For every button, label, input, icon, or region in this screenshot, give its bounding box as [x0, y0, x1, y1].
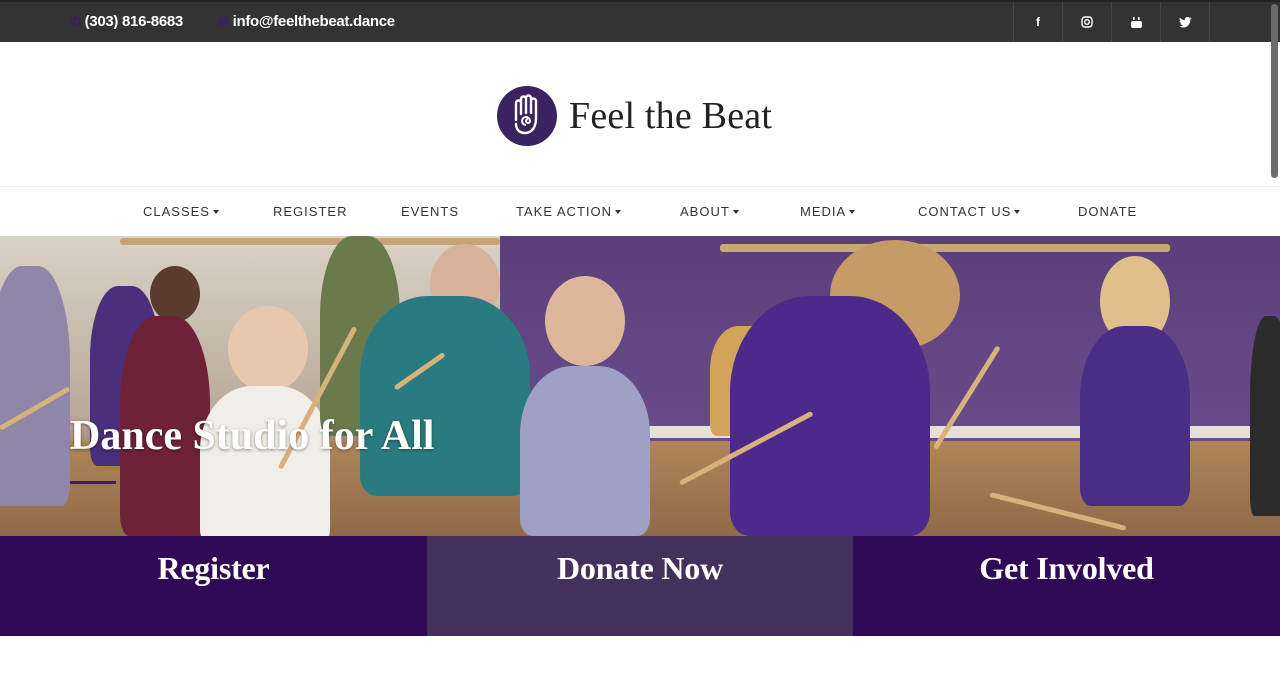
get-involved-cta-label: Get Involved — [979, 550, 1154, 586]
youtube-icon[interactable] — [1112, 2, 1161, 42]
email-address: info@feelthebeat.dance — [232, 13, 396, 30]
get-involved-cta-button[interactable]: Get Involved — [853, 536, 1280, 636]
hero-banner: Dance Studio for All — [0, 236, 1280, 536]
nav-item-take-action[interactable]: TAKE ACTION — [516, 204, 621, 219]
logo-text: Feel the Beat — [569, 95, 773, 137]
ballet-barre — [720, 244, 1170, 252]
dancer-head — [545, 276, 625, 366]
site-logo[interactable]: Feel the Beat — [497, 86, 772, 146]
ballet-barre — [120, 238, 500, 245]
nav-label: ABOUT — [680, 204, 730, 219]
nav-item-contact-us[interactable]: CONTACT US — [918, 204, 1021, 219]
email-link[interactable]: ✉ info@feelthebeat.dance — [218, 13, 395, 30]
nav-item-about[interactable]: ABOUT — [680, 204, 739, 219]
caret-down-icon — [1014, 210, 1021, 214]
dancer-figure — [360, 296, 530, 496]
dancer-head — [150, 266, 200, 322]
dancer-figure — [520, 366, 650, 536]
nav-label: CONTACT US — [918, 204, 1012, 219]
hero-title: Dance Studio for All — [70, 413, 435, 459]
nav-item-donate[interactable]: DONATE — [1078, 204, 1137, 219]
nav-item-register[interactable]: REGISTER — [273, 204, 347, 219]
nav-label: CLASSES — [143, 204, 210, 219]
dancer-figure — [1250, 316, 1280, 516]
nav-item-media[interactable]: MEDIA — [800, 204, 856, 219]
envelope-icon: ✉ — [218, 13, 229, 29]
caret-down-icon — [732, 210, 739, 214]
donate-now-cta-button[interactable]: Donate Now — [427, 536, 853, 636]
dancer-figure — [1080, 326, 1190, 506]
nav-label: DONATE — [1078, 204, 1138, 219]
phone-icon: ✆ — [70, 13, 81, 29]
register-cta-button[interactable]: Register — [0, 536, 427, 636]
instagram-icon[interactable] — [1063, 2, 1112, 42]
social-links: f — [1013, 2, 1210, 42]
hand-spiral-icon — [497, 86, 557, 146]
register-cta-label: Register — [157, 550, 270, 586]
main-nav: CLASSES REGISTER EVENTS TAKE ACTION ABOU… — [0, 186, 1280, 236]
donate-now-cta-label: Donate Now — [557, 550, 723, 586]
caret-down-icon — [615, 210, 621, 214]
nav-item-events[interactable]: EVENTS — [401, 204, 459, 219]
dancer-figure — [0, 266, 70, 506]
phone-link[interactable]: ✆ (303) 816-8683 — [70, 13, 183, 30]
phone-number: (303) 816-8683 — [84, 13, 184, 30]
nav-label: MEDIA — [800, 204, 847, 219]
dancer-head — [228, 306, 308, 392]
nav-item-classes[interactable]: CLASSES — [143, 204, 219, 219]
nav-label: TAKE ACTION — [516, 204, 612, 219]
nav-label: REGISTER — [273, 204, 348, 219]
page-scrollbar[interactable] — [1271, 4, 1278, 178]
top-bar: ✆ (303) 816-8683 ✉ info@feelthebeat.danc… — [0, 0, 1280, 42]
facebook-icon[interactable]: f — [1014, 2, 1063, 42]
hero-underline — [70, 481, 116, 484]
caret-down-icon — [212, 210, 219, 214]
dancer-figure — [730, 296, 930, 536]
nav-label: EVENTS — [401, 204, 460, 219]
caret-down-icon — [849, 210, 856, 214]
twitter-icon[interactable] — [1161, 2, 1210, 42]
